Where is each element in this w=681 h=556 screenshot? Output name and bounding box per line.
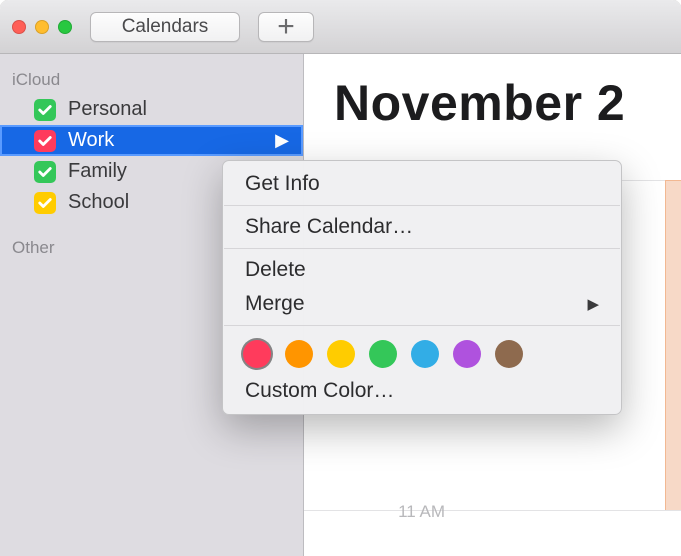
checkbox-icon[interactable] <box>34 161 56 183</box>
chevron-right-icon: ▶ <box>275 130 289 151</box>
color-swatch-purple[interactable] <box>453 340 481 368</box>
color-swatches <box>223 330 621 374</box>
checkbox-icon[interactable] <box>34 192 56 214</box>
checkbox-icon[interactable] <box>34 99 56 121</box>
sidebar-item-label: Work <box>68 129 114 152</box>
menu-item-label: Custom Color… <box>245 379 394 403</box>
menu-item-delete[interactable]: Delete <box>223 253 621 287</box>
menu-separator <box>224 325 620 326</box>
event-block[interactable] <box>665 180 681 510</box>
grid-line <box>304 510 681 511</box>
close-icon[interactable] <box>12 20 26 34</box>
checkbox-icon[interactable] <box>34 130 56 152</box>
add-button[interactable]: + <box>258 12 314 42</box>
color-swatch-orange[interactable] <box>285 340 313 368</box>
menu-item-label: Merge <box>245 292 305 316</box>
color-swatch-yellow[interactable] <box>327 340 355 368</box>
color-swatch-blue[interactable] <box>411 340 439 368</box>
menu-item-get-info[interactable]: Get Info <box>223 167 621 201</box>
sidebar-item-label: Personal <box>68 98 147 121</box>
zoom-icon[interactable] <box>58 20 72 34</box>
menu-item-custom-color[interactable]: Custom Color… <box>223 374 621 408</box>
sidebar-item-personal[interactable]: Personal <box>0 94 303 125</box>
app-window: Calendars + iCloud Personal Work ▶ <box>0 0 681 556</box>
menu-item-merge[interactable]: Merge ▶ <box>223 287 621 321</box>
menu-item-label: Share Calendar… <box>245 215 413 239</box>
menu-item-label: Get Info <box>245 172 320 196</box>
sidebar-item-label: Family <box>68 160 127 183</box>
color-swatch-brown[interactable] <box>495 340 523 368</box>
context-menu: Get Info Share Calendar… Delete Merge ▶ … <box>222 160 622 415</box>
sidebar-group-icloud: iCloud <box>0 64 303 94</box>
window-controls <box>12 20 72 34</box>
menu-item-share-calendar[interactable]: Share Calendar… <box>223 210 621 244</box>
titlebar: Calendars + <box>0 0 681 54</box>
calendars-button-label: Calendars <box>122 16 209 38</box>
sidebar-item-work[interactable]: Work ▶ <box>0 125 303 156</box>
plus-icon: + <box>277 12 295 42</box>
chevron-right-icon: ▶ <box>587 295 599 313</box>
time-label: 11 AM <box>398 502 445 522</box>
menu-separator <box>224 248 620 249</box>
page-title: November 2 <box>334 74 625 132</box>
color-swatch-green[interactable] <box>369 340 397 368</box>
sidebar-item-label: School <box>68 191 129 214</box>
minimize-icon[interactable] <box>35 20 49 34</box>
menu-separator <box>224 205 620 206</box>
color-swatch-red[interactable] <box>243 340 271 368</box>
menu-item-label: Delete <box>245 258 306 282</box>
calendars-button[interactable]: Calendars <box>90 12 240 42</box>
